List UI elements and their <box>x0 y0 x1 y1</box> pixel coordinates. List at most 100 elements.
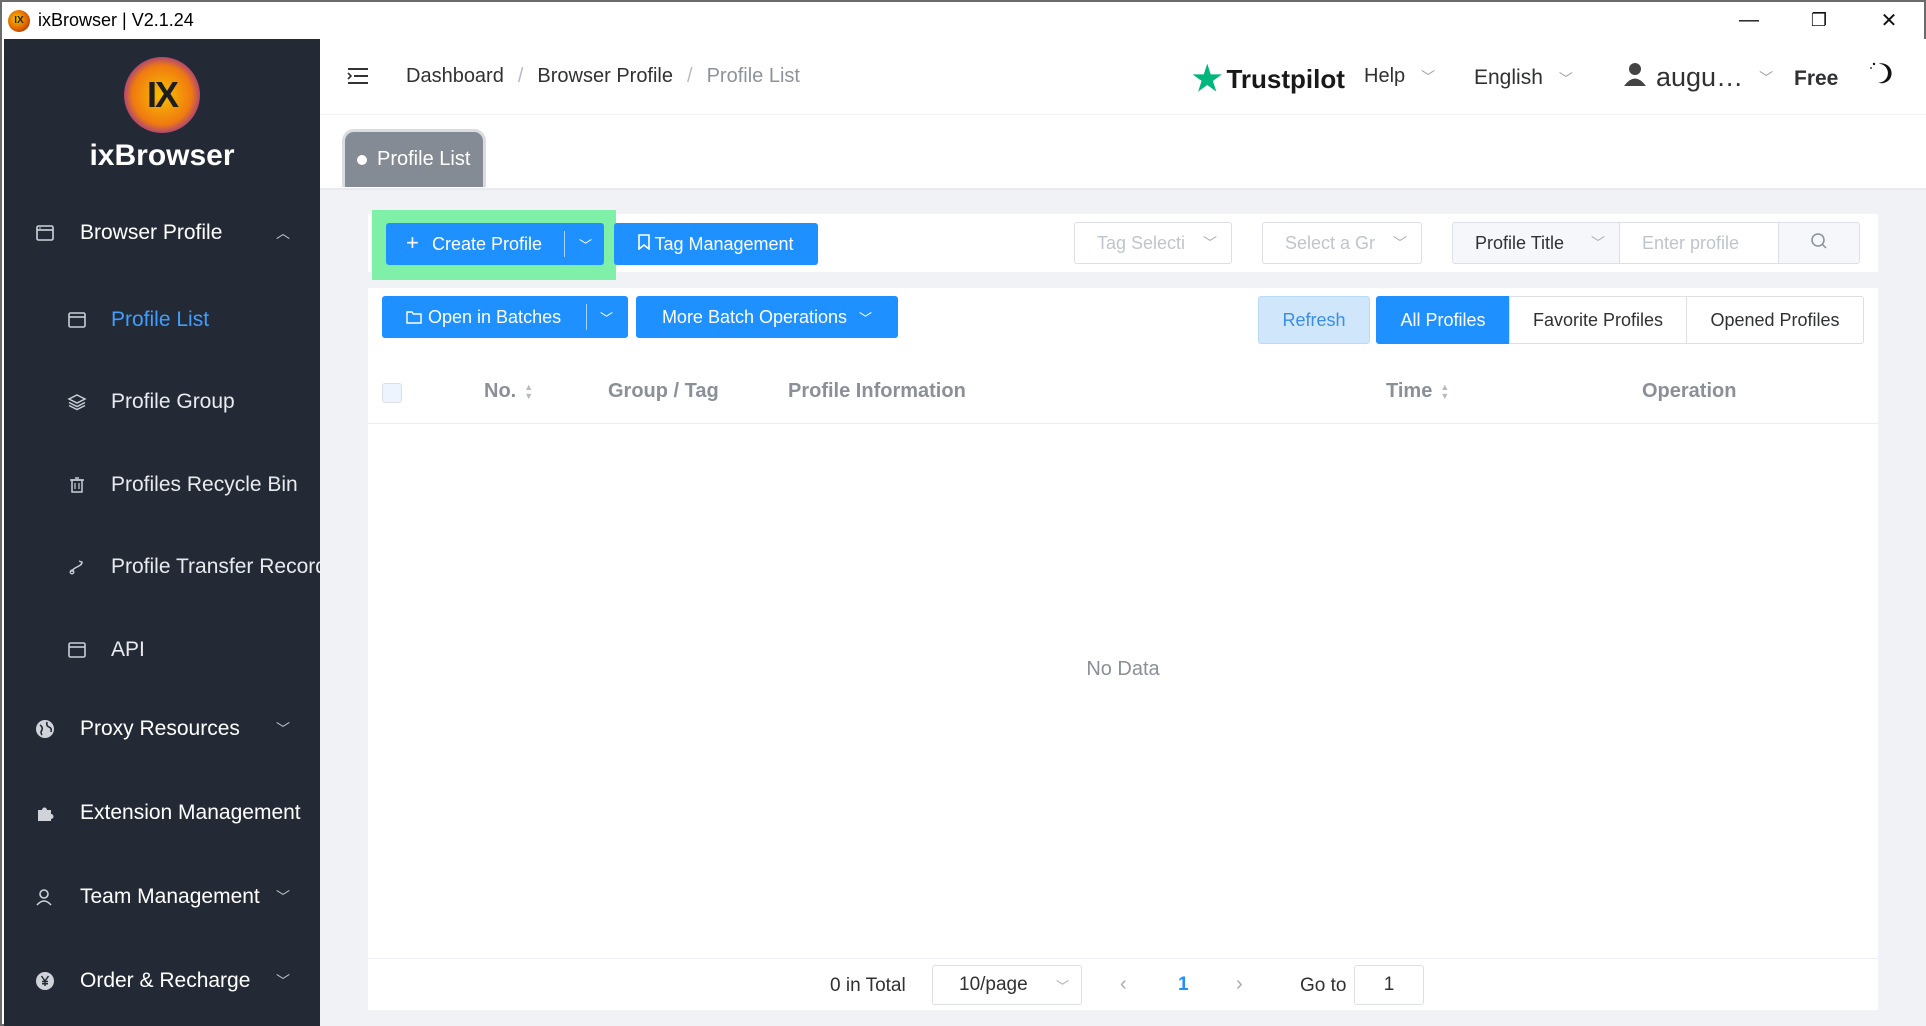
chevron-down-icon: ﹀ <box>1393 235 1407 251</box>
chevron-down-icon: ﹀ <box>1759 69 1774 86</box>
tag-select[interactable]: Tag Selecti ﹀ <box>1074 222 1232 264</box>
sidebar-item-label: Profiles Recycle Bin <box>111 473 298 496</box>
sidebar-item-transfer-records[interactable]: Profile Transfer Records <box>4 529 320 605</box>
search-input[interactable]: Enter profile <box>1619 222 1779 264</box>
create-profile-label: Create Profile <box>432 234 543 254</box>
breadcrumb-dashboard[interactable]: Dashboard <box>406 65 504 87</box>
trustpilot-link[interactable]: ★ Trustpilot <box>1192 59 1345 99</box>
column-group-tag: Group / Tag <box>608 380 719 403</box>
sidebar-item-label: Extension Management <box>80 801 301 824</box>
column-operation: Operation <box>1642 380 1736 403</box>
page-size-value: 10/page <box>959 974 1028 995</box>
column-profile-information: Profile Information <box>788 380 966 403</box>
close-button[interactable]: ✕ <box>1854 2 1924 39</box>
more-batch-operations-button[interactable]: More Batch Operations ﹀ <box>636 296 898 338</box>
chevron-down-icon: ﹀ <box>1055 978 1069 994</box>
layers-icon <box>66 391 88 413</box>
chevron-up-icon: ︿ <box>276 225 290 241</box>
page-number[interactable]: 1 <box>1178 974 1189 996</box>
chevron-down-icon: ﹀ <box>276 973 290 989</box>
tag-select-placeholder: Tag Selecti <box>1097 232 1186 253</box>
group-select-placeholder: Select a Gr <box>1285 232 1376 253</box>
top-header: Dashboard / Browser Profile / Profile List ★… <box>320 39 1926 115</box>
column-label: Profile Information <box>788 380 966 402</box>
create-profile-button[interactable]: + Create Profile ﹀ <box>386 223 604 265</box>
more-batch-label: More Batch Operations <box>661 306 848 327</box>
filter-favorite-profiles[interactable]: Favorite Profiles <box>1509 296 1687 344</box>
breadcrumb-browser-profile[interactable]: Browser Profile <box>537 65 673 87</box>
column-no[interactable]: No. ▲ ▼ <box>484 380 533 403</box>
team-icon <box>34 886 56 908</box>
refresh-button[interactable]: Refresh <box>1258 296 1370 344</box>
api-icon <box>66 639 88 661</box>
chevron-down-icon: ﹀ <box>1591 235 1605 251</box>
ixbrowser-logo-icon: IX <box>124 57 200 133</box>
goto-label: Go to <box>1300 975 1347 996</box>
open-in-batches-button[interactable]: Open in Batches ﹀ <box>382 296 628 338</box>
tab-profile-list[interactable]: Profile List <box>342 129 486 187</box>
browser-icon <box>34 222 56 244</box>
app-window: IX ixBrowser | V2.1.24 — ❐ ✕ IX ixBrowse… <box>0 0 1926 1026</box>
group-select[interactable]: Select a Gr ﹀ <box>1262 222 1422 264</box>
minimize-button[interactable]: — <box>1714 2 1784 39</box>
sidebar-item-profile-group[interactable]: Profile Group <box>4 364 320 440</box>
column-label: Time <box>1386 380 1433 402</box>
brand-name: ixBrowser <box>89 139 235 172</box>
chevron-down-icon: ﹀ <box>1421 69 1436 85</box>
select-all-checkbox[interactable] <box>382 383 402 403</box>
search-placeholder: Enter profile <box>1642 232 1740 253</box>
chevron-down-icon: ﹀ <box>276 721 290 737</box>
chevron-down-icon: ﹀ <box>859 310 873 326</box>
column-time[interactable]: Time ▲ ▼ <box>1386 380 1449 403</box>
help-menu[interactable]: Help ﹀ <box>1364 65 1435 88</box>
sort-icon[interactable]: ▲ ▼ <box>524 382 533 401</box>
app-logo-icon: IX <box>8 9 30 32</box>
user-menu[interactable]: augu… ﹀ <box>1622 61 1773 94</box>
maximize-button[interactable]: ❐ <box>1784 2 1854 39</box>
sidebar-item-label: Profile List <box>111 308 210 331</box>
next-page-icon[interactable]: › <box>1236 973 1243 996</box>
window-title: ixBrowser | V2.1.24 <box>38 10 194 30</box>
breadcrumb-profile-list: Profile List <box>706 65 800 87</box>
page-size-select[interactable]: 10/page ﹀ <box>932 965 1082 1005</box>
filter-opened-profiles[interactable]: Opened Profiles <box>1686 296 1864 344</box>
chevron-down-icon: ﹀ <box>276 889 290 905</box>
column-label: No. <box>484 380 517 402</box>
sort-icon[interactable]: ▲ ▼ <box>1440 382 1449 401</box>
filter-all-profiles[interactable]: All Profiles <box>1376 296 1510 344</box>
sidebar: IX ixBrowser Browser Profile ︿ Profile L… <box>4 39 320 1026</box>
search-icon <box>1810 232 1828 255</box>
prev-page-icon[interactable]: ‹ <box>1120 973 1127 996</box>
search-field-label: Profile Title <box>1475 232 1565 253</box>
plan-badge: Free <box>1794 67 1839 90</box>
sidebar-item-recycle-bin[interactable]: Profiles Recycle Bin <box>4 447 320 523</box>
open-in-batches-label: Open in Batches <box>428 307 562 327</box>
search-button[interactable] <box>1778 222 1860 264</box>
sidebar-item-label: Team Management <box>80 885 260 908</box>
sidebar-item-api[interactable]: API <box>4 612 320 688</box>
brand-logo: IX ixBrowser <box>4 57 320 173</box>
language-label: English <box>1474 66 1543 89</box>
goto-page-input[interactable] <box>1354 965 1424 1005</box>
puzzle-icon <box>34 802 56 824</box>
chevron-down-icon[interactable]: ﹀ <box>600 308 613 327</box>
folder-icon <box>406 308 422 329</box>
yen-icon <box>34 970 56 992</box>
sidebar-item-browser-profile[interactable]: Browser Profile ︿ <box>4 195 320 271</box>
tag-management-button[interactable]: Tag Management <box>614 223 818 265</box>
search-field-select[interactable]: Profile Title ﹀ <box>1452 222 1620 264</box>
chevron-down-icon[interactable]: ﹀ <box>579 235 592 254</box>
sidebar-item-order-recharge[interactable]: Order & Recharge ﹀ <box>4 943 320 1019</box>
help-label: Help <box>1364 65 1406 87</box>
sidebar-item-proxy-resources[interactable]: Proxy Resources ﹀ <box>4 691 320 767</box>
menu-toggle-icon[interactable] <box>346 65 370 89</box>
sidebar-item-label: Browser Profile <box>80 221 223 244</box>
tab-label: Profile List <box>377 148 471 170</box>
dark-mode-icon[interactable] <box>1866 57 1896 87</box>
sidebar-item-team-management[interactable]: Team Management ﹀ <box>4 859 320 935</box>
sidebar-item-label: Order & Recharge <box>80 969 251 992</box>
language-menu[interactable]: English ﹀ <box>1474 66 1573 90</box>
sidebar-item-profile-list[interactable]: Profile List <box>4 282 320 358</box>
sidebar-item-extension-management[interactable]: Extension Management <box>4 775 320 851</box>
globe-icon <box>34 718 56 740</box>
